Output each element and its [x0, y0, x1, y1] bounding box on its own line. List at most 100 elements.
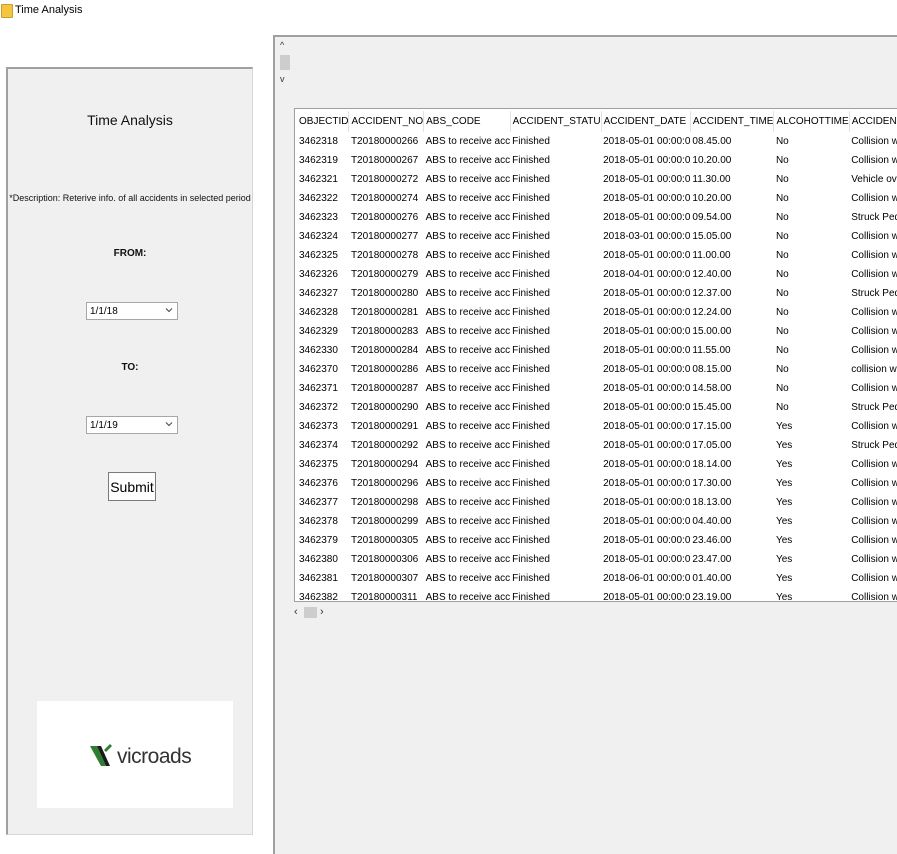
table-cell: 3462321: [299, 174, 338, 185]
table-cell: Finished: [512, 554, 550, 565]
column-header[interactable]: ACCIDENT_DATE: [601, 111, 691, 132]
table-cell: No: [775, 269, 789, 280]
table-cell: 2018-05-01 00:00:0: [603, 554, 691, 565]
column-header[interactable]: ABS_CODE: [423, 111, 511, 132]
table-row[interactable]: 3462324 T20180000277 ABS to receive acc Fin…: [297, 227, 897, 246]
submit-button[interactable]: Submit: [108, 472, 156, 501]
table-cell: 3462325: [299, 250, 338, 261]
chevron-left-icon[interactable]: ‹: [294, 605, 304, 619]
table-cell: Finished: [512, 573, 550, 584]
table-row[interactable]: 3462325 T20180000278 ABS to receive acc Fin…: [297, 246, 897, 265]
to-date-select[interactable]: 1/1/19: [86, 416, 178, 434]
table-row[interactable]: 3462375 T20180000294 ABS to receive acc Fin…: [297, 455, 897, 474]
vicroads-logo: vicroads: [37, 701, 233, 808]
table-row[interactable]: 3462319 T20180000267 ABS to receive acc Fin…: [297, 151, 897, 170]
table-row[interactable]: 3462329 T20180000283 ABS to receive acc Fin…: [297, 322, 897, 341]
table-row[interactable]: 3462318 T20180000266 ABS to receive acc Fin…: [297, 132, 897, 151]
chevron-down-icon: [165, 422, 173, 427]
from-date-select[interactable]: 1/1/18: [86, 302, 178, 320]
from-label: FROM:: [113, 248, 147, 259]
table-row[interactable]: 3462382 T20180000311 ABS to receive acc Fin…: [297, 588, 897, 602]
table-row[interactable]: 3462328 T20180000281 ABS to receive acc Fin…: [297, 303, 897, 322]
table-cell: ABS to receive acc: [425, 136, 511, 147]
table-cell: 15.00.00: [692, 326, 732, 337]
table-cell: ABS to receive acc: [425, 478, 511, 489]
horizontal-scrollbar-thumb[interactable]: [304, 607, 317, 618]
table-row[interactable]: 3462321 T20180000272 ABS to receive acc Fin…: [297, 170, 897, 189]
table-cell: T20180000278: [350, 250, 419, 261]
column-header[interactable]: ACCIDENT_NO: [348, 111, 425, 132]
table-cell: Finished: [512, 174, 550, 185]
table-cell: 11.30.00: [692, 174, 731, 185]
table-cell: T20180000276: [350, 212, 419, 223]
table-cell: 3462328: [299, 307, 338, 318]
chevron-down-icon[interactable]: v: [280, 75, 289, 84]
chevron-up-icon[interactable]: ^: [280, 41, 289, 50]
table-cell: 3462318: [299, 136, 338, 147]
table-cell: No: [775, 231, 789, 242]
table-row[interactable]: 3462378 T20180000299 ABS to receive acc Fin…: [297, 512, 897, 531]
column-header[interactable]: ACCIDENT_TYPE: [849, 111, 897, 132]
table-cell: 3462376: [299, 478, 338, 489]
table-row[interactable]: 3462322 T20180000274 ABS to receive acc Fin…: [297, 189, 897, 208]
table-row[interactable]: 3462377 T20180000298 ABS to receive acc Fin…: [297, 493, 897, 512]
table-cell: T20180000305: [350, 535, 419, 546]
table-row[interactable]: 3462379 T20180000305 ABS to receive acc Fin…: [297, 531, 897, 550]
table-cell: Collision with vehi: [851, 459, 897, 470]
table-cell: 15.05.00: [692, 231, 732, 242]
table-cell: 3462323: [299, 212, 338, 223]
column-header[interactable]: ALCOHOTTIME: [773, 111, 850, 132]
table-cell: ABS to receive acc: [425, 326, 511, 337]
table-cell: 12.37.00: [692, 288, 732, 299]
table-row[interactable]: 3462327 T20180000280 ABS to receive acc Fin…: [297, 284, 897, 303]
table-cell: T20180000279: [350, 269, 419, 280]
table-cell: Finished: [512, 326, 550, 337]
table-row[interactable]: 3462373 T20180000291 ABS to receive acc Fin…: [297, 417, 897, 436]
table-cell: Finished: [512, 402, 550, 413]
column-header[interactable]: OBJECTID: [297, 111, 350, 132]
table-cell: T20180000311: [350, 592, 418, 602]
table-cell: ABS to receive acc: [425, 155, 511, 166]
table-row[interactable]: 3462372 T20180000290 ABS to receive acc Fin…: [297, 398, 897, 417]
table-cell: Collision with a fi: [851, 421, 897, 432]
chevron-right-icon[interactable]: ›: [320, 605, 330, 619]
table-row[interactable]: 3462376 T20180000296 ABS to receive acc Fin…: [297, 474, 897, 493]
table-cell: 3462330: [299, 345, 338, 356]
table-cell: T20180000294: [350, 459, 419, 470]
table-cell: No: [775, 193, 789, 204]
table-row[interactable]: 3462330 T20180000284 ABS to receive acc Fin…: [297, 341, 897, 360]
table-cell: Collision with vehi: [851, 592, 897, 602]
table-cell: 3462372: [299, 402, 338, 413]
table-cell: Finished: [512, 345, 550, 356]
table-cell: 3462324: [299, 231, 338, 242]
table-cell: ABS to receive acc: [425, 231, 511, 242]
horizontal-scrollbar[interactable]: ‹ ›: [292, 605, 352, 619]
table-row[interactable]: 3462326 T20180000279 ABS to receive acc Fin…: [297, 265, 897, 284]
column-header[interactable]: ACCIDENT_TIME: [690, 111, 775, 132]
vertical-scrollbar-thumb[interactable]: [280, 55, 290, 70]
column-header[interactable]: ACCIDENT_STATU: [510, 111, 602, 132]
table-cell: Finished: [512, 383, 550, 394]
table-cell: Collision with a fi: [851, 554, 897, 565]
table-row[interactable]: 3462380 T20180000306 ABS to receive acc Fin…: [297, 550, 897, 569]
table-cell: 14.58.00: [692, 383, 732, 394]
table-cell: 23.46.00: [692, 535, 732, 546]
table-row[interactable]: 3462371 T20180000287 ABS to receive acc Fin…: [297, 379, 897, 398]
table-row[interactable]: 3462323 T20180000276 ABS to receive acc Fin…: [297, 208, 897, 227]
table-cell: Collision with vehi: [851, 383, 897, 394]
table-cell: Finished: [512, 497, 550, 508]
table-cell: 2018-05-01 00:00:0: [603, 497, 691, 508]
table-cell: 2018-05-01 00:00:0: [603, 155, 691, 166]
table-cell: T20180000286: [350, 364, 419, 375]
table-cell: 2018-03-01 00:00:0: [603, 231, 691, 242]
results-table[interactable]: OBJECTID ACCIDENT_NO ABS_CODE ACCIDENT_S…: [294, 108, 897, 602]
table-cell: No: [775, 174, 789, 185]
table-cell: 2018-05-01 00:00:0: [603, 421, 691, 432]
table-row[interactable]: 3462374 T20180000292 ABS to receive acc Fin…: [297, 436, 897, 455]
accident-table: OBJECTID ACCIDENT_NO ABS_CODE ACCIDENT_S…: [297, 111, 897, 602]
table-cell: ABS to receive acc: [425, 516, 511, 527]
table-row[interactable]: 3462381 T20180000307 ABS to receive acc Fin…: [297, 569, 897, 588]
table-cell: 08.15.00: [692, 364, 732, 375]
table-cell: ABS to receive acc: [425, 497, 511, 508]
table-row[interactable]: 3462370 T20180000286 ABS to receive acc Fin…: [297, 360, 897, 379]
